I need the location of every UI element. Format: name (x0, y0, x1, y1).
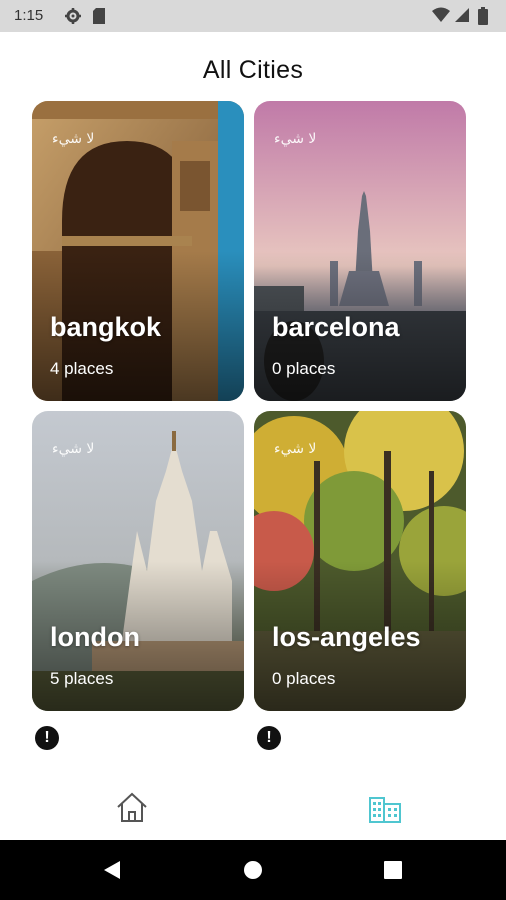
home-icon (117, 792, 147, 822)
card-arabic-label: لا شيء (274, 131, 317, 147)
city-name: los-angeles (272, 622, 421, 652)
battery-icon (478, 7, 488, 29)
sd-card-icon (92, 7, 106, 29)
page-title: All Cities (202, 56, 304, 84)
city-card-los-angeles[interactable]: لا شيء los-angeles 0 places (254, 411, 466, 711)
system-nav-bar (0, 840, 506, 900)
error-icon[interactable]: ! (257, 726, 281, 750)
home-circle-icon[interactable] (243, 860, 263, 884)
signal-icon (454, 7, 470, 27)
bottom-nav (0, 770, 506, 840)
city-name: london (50, 622, 140, 652)
status-bar: 1:15 (0, 0, 506, 32)
card-arabic-label: لا شيء (52, 131, 95, 147)
places-count: 4 places (50, 359, 114, 378)
places-count: 5 places (50, 669, 114, 688)
city-card-barcelona[interactable]: لا شيء barcelona 0 places (254, 101, 466, 401)
back-icon[interactable] (102, 860, 122, 884)
error-icon[interactable]: ! (35, 726, 59, 750)
card-arabic-label: لا شيء (274, 441, 317, 457)
nav-cities-button[interactable] (366, 788, 406, 828)
city-name: bangkok (50, 312, 162, 342)
wifi-icon (432, 7, 450, 27)
gear-icon (64, 7, 82, 29)
card-arabic-label: لا شيء (52, 441, 95, 457)
city-card-london[interactable]: لا شيء london 5 places (32, 411, 244, 711)
city-buildings-icon (369, 797, 401, 823)
places-count: 0 places (272, 669, 336, 688)
city-card-bangkok[interactable]: لا شيء bangkok 4 places (32, 101, 244, 401)
recents-icon[interactable] (384, 861, 402, 883)
nav-home-button[interactable] (112, 788, 152, 828)
city-name: barcelona (272, 312, 400, 342)
places-count: 0 places (272, 359, 336, 378)
status-time: 1:15 (14, 7, 44, 24)
